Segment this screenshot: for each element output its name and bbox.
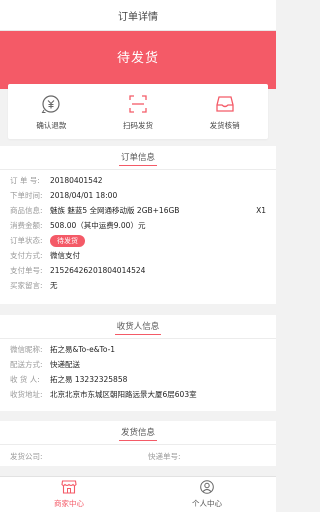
- ship-verify-label: 发货核销: [209, 121, 240, 130]
- order-number-row: 订 单 号: 20180401542: [0, 173, 276, 188]
- payment-number-row: 支付单号: 21526426201804014524: [0, 263, 276, 278]
- scan-icon: [125, 92, 151, 116]
- shipping-info-section: 发货信息 发货公司: 快递单号:: [0, 421, 276, 466]
- field-label: 收货地址:: [10, 390, 43, 399]
- tab-merchant-center-label: 商家中心: [54, 499, 84, 508]
- field-label: 商品信息:: [10, 206, 43, 215]
- buyer-message-value: 无: [50, 281, 58, 290]
- field-label: 消费金额:: [10, 221, 43, 230]
- confirm-refund-label: 确认退款: [36, 121, 67, 130]
- scan-ship-label: 扫码发货: [123, 121, 153, 130]
- amount-value: 508.00（其中运费9.00）元: [50, 221, 146, 230]
- field-label: 支付单号:: [10, 266, 43, 275]
- action-panel: 确认退款 扫码发货 发货核销: [8, 84, 268, 139]
- buyer-message-row: 买家留言: 无: [0, 278, 276, 293]
- order-status-row: 订单状态: 待发货: [0, 233, 276, 248]
- address-row: 收货地址: 北京北京市东城区朝阳路远景大厦6层603室: [0, 387, 276, 402]
- payment-method-row: 支付方式: 微信支付: [0, 248, 276, 263]
- store-icon: [61, 480, 77, 496]
- field-label: 微信昵称:: [10, 345, 43, 354]
- address-value: 北京北京市东城区朝阳路远景大厦6层603室: [50, 390, 197, 399]
- amount-row: 消费金额: 508.00（其中运费9.00）元: [0, 218, 276, 233]
- field-label: 订单状态:: [10, 236, 43, 245]
- payment-number-value: 21526426201804014524: [50, 266, 146, 275]
- tray-icon: [212, 92, 238, 116]
- field-label: 下单时间:: [10, 191, 43, 200]
- recipient-row: 收 货 人: 拓之易 13232325858: [0, 372, 276, 387]
- shipping-info-title: 发货信息: [118, 426, 157, 441]
- recipient-info-title: 收货人信息: [114, 320, 162, 335]
- order-info-title: 订单信息: [118, 151, 157, 166]
- product-info-value: 魅族 魅蓝5 全网通移动版 2GB+16GB: [50, 206, 180, 215]
- recipient-value: 拓之易 13232325858: [50, 375, 128, 384]
- payment-method-value: 微信支付: [50, 251, 80, 260]
- shipping-company-field[interactable]: 发货公司:: [10, 451, 148, 462]
- tab-personal-center[interactable]: 个人中心: [138, 477, 276, 512]
- user-icon: [199, 480, 215, 496]
- product-info-row: 商品信息: 魅族 魅蓝5 全网通移动版 2GB+16GB X1: [0, 203, 276, 218]
- tracking-number-field[interactable]: 快递单号:: [148, 451, 188, 462]
- wechat-nickname-row: 微信昵称: 拓之易&To-e&To-1: [0, 342, 276, 357]
- ship-verify-button[interactable]: 发货核销: [181, 84, 268, 139]
- scan-ship-button[interactable]: 扫码发货: [95, 84, 182, 139]
- product-quantity: X1: [256, 206, 266, 215]
- field-label: 支付方式:: [10, 251, 43, 260]
- bottom-tab-bar: 商家中心 个人中心: [0, 476, 276, 512]
- tab-personal-center-label: 个人中心: [192, 499, 222, 508]
- recipient-info-section: 收货人信息 微信昵称: 拓之易&To-e&To-1 配送方式: 快递配送 收 货…: [0, 315, 276, 411]
- shipping-fields-row: 发货公司: 快递单号:: [0, 449, 276, 464]
- field-label: 买家留言:: [10, 281, 43, 290]
- order-status-heading: 待发货: [116, 50, 159, 66]
- order-time-value: 2018/04/01 18:00: [50, 191, 118, 200]
- header-bar: 订单详情: [0, 0, 276, 31]
- field-label: 收 货 人:: [10, 375, 40, 384]
- refund-icon: [38, 92, 64, 116]
- status-banner: 待发货: [0, 31, 276, 89]
- order-info-section: 订单信息 订 单 号: 20180401542 下单时间: 2018/04/01…: [0, 146, 276, 304]
- confirm-refund-button[interactable]: 确认退款: [8, 84, 95, 139]
- order-number-value: 20180401542: [50, 176, 103, 185]
- tab-merchant-center[interactable]: 商家中心: [0, 477, 138, 512]
- order-time-row: 下单时间: 2018/04/01 18:00: [0, 188, 276, 203]
- delivery-method-row: 配送方式: 快递配送: [0, 357, 276, 372]
- field-label: 配送方式:: [10, 360, 43, 369]
- delivery-method-value: 快递配送: [50, 360, 80, 369]
- wechat-nickname-value: 拓之易&To-e&To-1: [50, 345, 116, 354]
- field-label: 订 单 号:: [10, 176, 40, 185]
- page-title: 订单详情: [118, 11, 158, 23]
- status-badge: 待发货: [50, 234, 85, 247]
